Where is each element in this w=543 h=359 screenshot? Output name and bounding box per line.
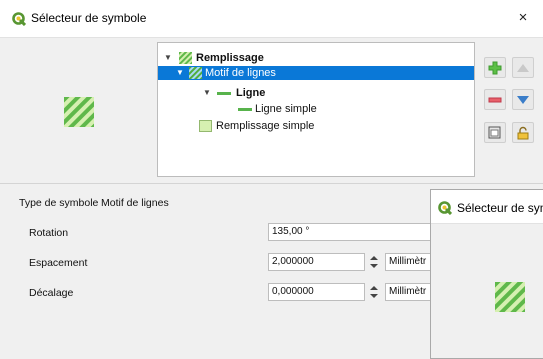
expand-arrow-icon[interactable]: ▼	[176, 66, 184, 80]
line-icon	[217, 92, 231, 95]
tree-label: Motif de lignes	[205, 67, 276, 79]
symbol-type-select[interactable]: Motif de lignes	[101, 197, 169, 209]
move-up-icon	[517, 64, 529, 72]
spacing-label: Espacement	[29, 257, 88, 269]
symbol-layer-tree[interactable]: ▼ Remplissage ▼ Motif de lignes ▼ Ligne …	[157, 42, 475, 177]
qgis-logo-icon	[438, 201, 452, 215]
add-layer-icon	[488, 61, 502, 75]
expand-arrow-icon[interactable]: ▼	[203, 86, 211, 100]
close-button[interactable]: ×	[513, 7, 533, 29]
expand-arrow-icon[interactable]: ▼	[164, 51, 172, 65]
second-window-title: Sélecteur de sym	[457, 201, 543, 215]
symbol-selector-window: Sélecteur de symbole × ▼ Remplissage ▼ M…	[0, 0, 543, 359]
spacing-unit-select[interactable]: Millimètr	[385, 253, 433, 271]
lock-icon	[517, 126, 529, 140]
remove-layer-icon	[488, 97, 502, 103]
simple-fill-icon	[199, 120, 212, 132]
hatch-fill-icon	[189, 67, 202, 79]
duplicate-layer-icon	[488, 126, 501, 139]
tree-item-remplissage[interactable]: ▼ Remplissage	[162, 51, 462, 65]
hatch-fill-icon	[179, 52, 192, 64]
qgis-logo-icon	[12, 12, 26, 26]
remove-layer-button[interactable]	[484, 89, 506, 110]
move-down-icon	[517, 96, 529, 104]
tree-label: Remplissage simple	[216, 120, 315, 132]
line-icon	[238, 108, 252, 111]
tree-label: Ligne simple	[255, 103, 317, 115]
divider	[0, 183, 543, 184]
tree-item-ligne[interactable]: ▼ Ligne	[158, 86, 458, 100]
tree-item-motif-de-lignes[interactable]: ▼ Motif de lignes	[158, 66, 474, 80]
spacing-input[interactable]: 2,000000	[268, 253, 365, 271]
move-up-button[interactable]	[512, 57, 534, 78]
offset-unit-select[interactable]: Millimètr	[385, 283, 433, 301]
spacing-spinner-icon[interactable]	[367, 253, 381, 271]
tree-item-remplissage-simple[interactable]: Remplissage simple	[158, 119, 458, 133]
second-symbol-preview	[495, 282, 525, 312]
duplicate-layer-button[interactable]	[484, 122, 506, 143]
rotation-input[interactable]: 135,00 °	[268, 223, 433, 241]
add-layer-button[interactable]	[484, 57, 506, 78]
second-title-bar: Sélecteur de sym	[431, 190, 543, 224]
title-bar: Sélecteur de symbole ×	[0, 0, 543, 38]
second-symbol-selector-window[interactable]: Sélecteur de sym	[430, 189, 543, 359]
window-title: Sélecteur de symbole	[31, 11, 147, 25]
tree-label: Ligne	[236, 87, 266, 99]
symbol-type-label: Type de symbole	[19, 197, 99, 209]
symbol-preview	[64, 97, 94, 127]
offset-spinner-icon[interactable]	[367, 283, 381, 301]
rotation-label: Rotation	[29, 227, 69, 239]
lock-layer-button[interactable]	[512, 122, 534, 143]
move-down-button[interactable]	[512, 89, 534, 110]
tree-label: Remplissage	[196, 52, 264, 64]
tree-item-ligne-simple[interactable]: Ligne simple	[158, 102, 458, 116]
offset-input[interactable]: 0,000000	[268, 283, 365, 301]
offset-label: Décalage	[29, 287, 74, 299]
